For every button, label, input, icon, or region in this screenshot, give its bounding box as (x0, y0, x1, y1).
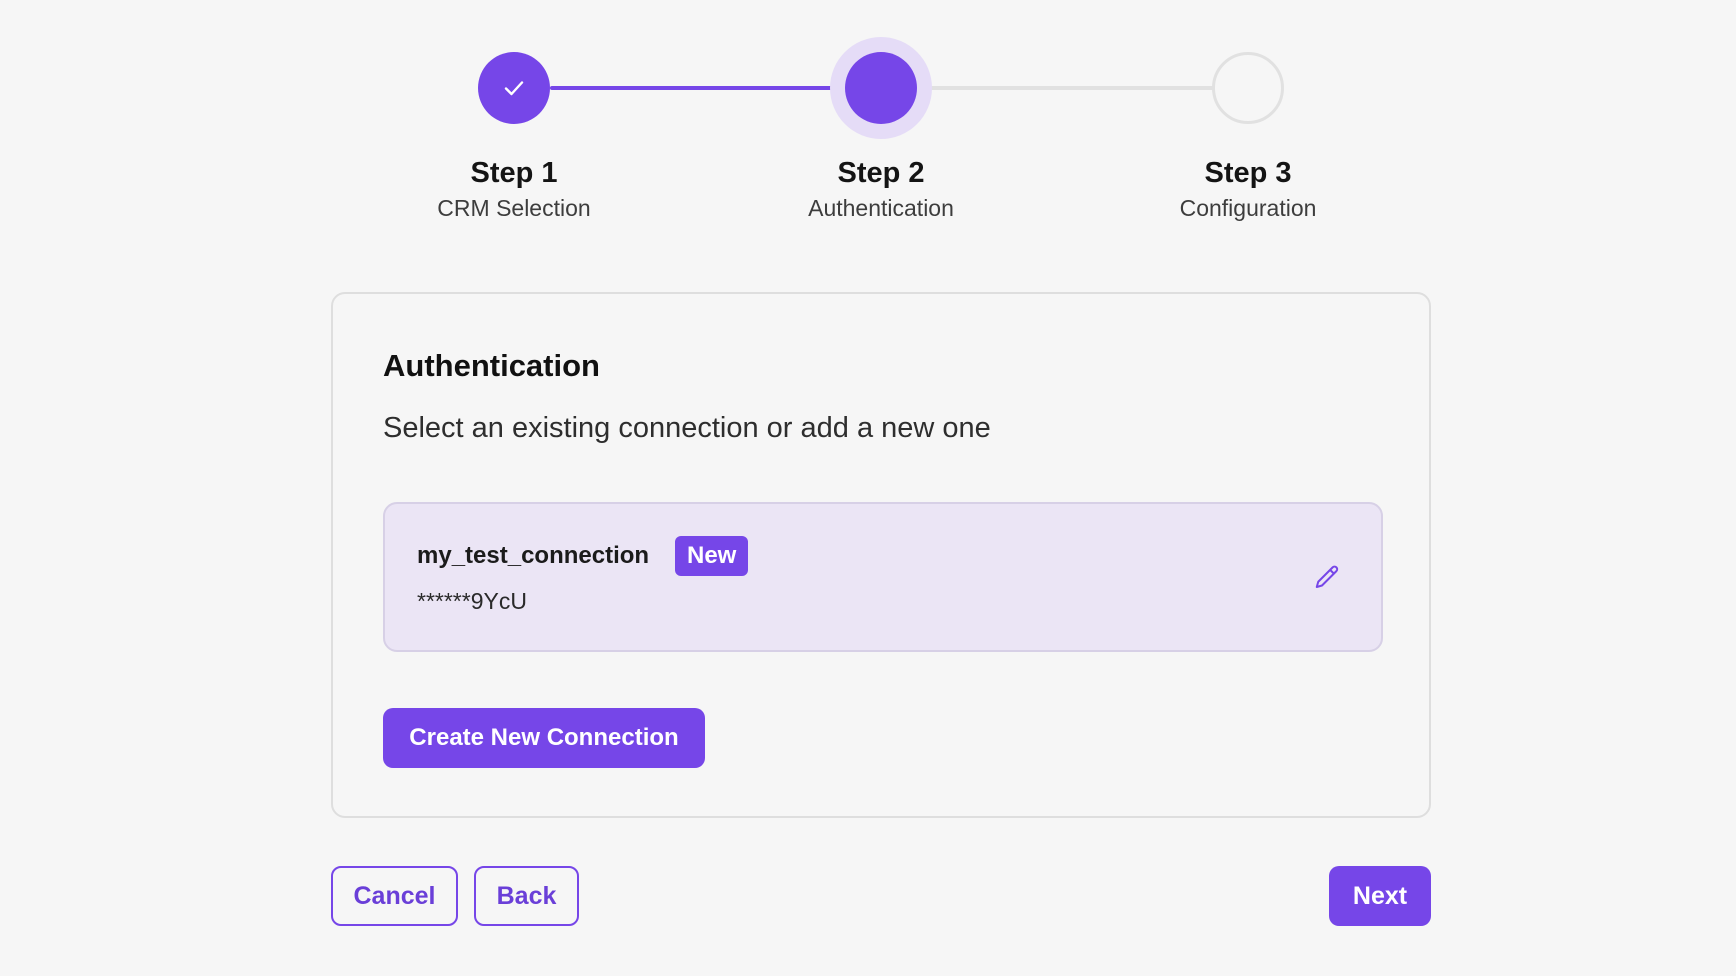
authentication-card: Authentication Select an existing connec… (331, 292, 1431, 818)
step-2-indicator (845, 52, 917, 124)
connection-item[interactable]: my_test_connection New ******9YcU (383, 502, 1383, 652)
step-connector-pending (916, 86, 1216, 90)
back-button[interactable]: Back (474, 866, 579, 926)
step-1-label: Step 1 CRM Selection (364, 155, 664, 223)
step-2-title: Step 2 (837, 157, 925, 189)
step-3-indicator (1212, 52, 1284, 124)
step-1-indicator (478, 52, 550, 124)
edit-connection-button[interactable] (1305, 556, 1349, 600)
step-3-subtitle: Configuration (1179, 195, 1317, 221)
next-button[interactable]: Next (1329, 866, 1431, 926)
cancel-button[interactable]: Cancel (331, 866, 458, 926)
card-subtitle: Select an existing connection or add a n… (383, 412, 991, 444)
step-connector-completed (550, 86, 850, 90)
step-3-label: Step 3 Configuration (1098, 155, 1398, 223)
step-2-subtitle: Authentication (808, 195, 954, 221)
check-icon (504, 81, 524, 96)
step-1-title: Step 1 (470, 157, 558, 189)
connection-name: my_test_connection (417, 542, 650, 569)
create-new-connection-button[interactable]: Create New Connection (383, 708, 705, 768)
step-2-label: Step 2 Authentication (731, 155, 1031, 223)
step-1-subtitle: CRM Selection (437, 195, 591, 221)
connection-masked-key: ******9YcU (417, 588, 527, 614)
progress-stepper: Step 1 CRM Selection Step 2 Authenticati… (0, 0, 1736, 240)
new-badge: New (675, 536, 749, 576)
card-title: Authentication (383, 348, 600, 383)
step-3-title: Step 3 (1204, 157, 1292, 189)
pencil-icon (1315, 565, 1339, 588)
